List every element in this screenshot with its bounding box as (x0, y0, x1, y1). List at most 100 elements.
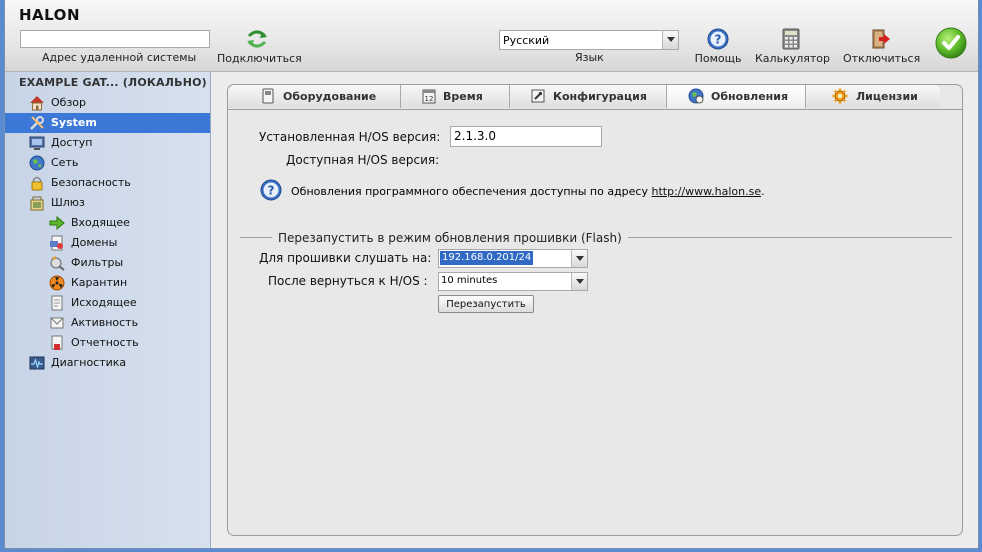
tab-label: Оборудование (283, 90, 377, 103)
hardware-icon (262, 88, 274, 104)
sidebar: EXAMPLE GAT... (ЛОКАЛЬНО) Обзор System Д… (5, 72, 211, 548)
sidebar-item-label: Диагностика (51, 356, 127, 369)
disconnect-button[interactable]: Отключиться (843, 28, 921, 65)
license-gear-icon (832, 88, 848, 104)
update-info-suffix: . (761, 185, 765, 198)
tab-label: Конфигурация (553, 90, 647, 103)
halon-logo: HALON (19, 6, 80, 24)
return-delay-value: 10 minutes (441, 275, 498, 286)
gateway-name-header: EXAMPLE GAT... (ЛОКАЛЬНО) (19, 76, 207, 89)
language-select[interactable]: Русский (499, 30, 679, 50)
sidebar-item-security[interactable]: Безопасность (5, 173, 210, 193)
svg-text:12: 12 (425, 95, 434, 103)
update-info-line: Обновления программного обеспечения дост… (291, 185, 765, 198)
svg-text:?: ? (715, 33, 722, 47)
calculator-label: Калькулятор (755, 52, 830, 65)
sidebar-item-gateway[interactable]: Шлюз (5, 193, 210, 213)
tab-label: Время (443, 90, 483, 103)
help-icon: ? (707, 28, 729, 50)
app-window: HALON Адрес удаленной системы Подключить… (4, 0, 979, 549)
sidebar-item-activity[interactable]: Активность (5, 313, 210, 333)
sidebar-item-reports[interactable]: Отчетность (5, 333, 210, 353)
sidebar-item-network[interactable]: Сеть (5, 153, 210, 173)
tab-licenses[interactable]: Лицензии (806, 85, 940, 108)
sidebar-item-label: Сеть (51, 156, 79, 169)
sidebar-item-label: Доступ (51, 136, 93, 149)
return-to-hos-label: После вернуться к H/OS : (268, 274, 428, 288)
sidebar-item-overview[interactable]: Обзор (5, 93, 210, 113)
activity-icon (50, 317, 64, 329)
toolbar: HALON Адрес удаленной системы Подключить… (5, 0, 978, 72)
lock-icon (31, 176, 43, 191)
checkmark-icon (935, 27, 967, 59)
sidebar-item-label: Активность (71, 316, 139, 329)
tab-label: Лицензии (856, 90, 918, 103)
incoming-arrow-icon (49, 215, 65, 231)
tab-updates[interactable]: Обновления (667, 85, 806, 108)
available-version-label: Доступная H/OS версия: (286, 153, 440, 167)
tab-hardware[interactable]: Оборудование (228, 85, 401, 108)
return-delay-select[interactable]: 10 minutes (438, 272, 588, 291)
tab-time[interactable]: 12 Время (401, 85, 510, 108)
svg-text:?: ? (268, 184, 275, 198)
sidebar-item-label: Безопасность (51, 176, 131, 189)
sidebar-item-label: Входящее (71, 216, 130, 229)
info-help-icon: ? (260, 179, 282, 201)
gateway-icon (30, 196, 44, 211)
sidebar-item-diagnostics[interactable]: Диагностика (5, 353, 210, 373)
sidebar-item-label: Фильтры (71, 256, 124, 269)
help-button[interactable]: ? Помощь (693, 28, 743, 65)
sidebar-item-label: System (51, 116, 97, 129)
listen-address-label: Для прошивки слушать на: (259, 251, 432, 265)
domains-icon (50, 235, 63, 251)
listen-address-value: 192.168.0.201/24 (440, 251, 534, 265)
tools-icon (30, 116, 44, 130)
calculator-button[interactable]: Калькулятор (755, 28, 830, 65)
chevron-down-icon (662, 31, 678, 49)
flash-group-legend: Перезапустить в режим обновления прошивк… (272, 231, 628, 245)
halon-website-link[interactable]: http://www.halon.se (651, 185, 761, 198)
chevron-down-icon (571, 273, 587, 290)
sidebar-item-label: Обзор (51, 96, 87, 109)
update-info-text: Обновления программного обеспечения дост… (291, 185, 648, 198)
installed-version-field[interactable]: 2.1.3.0 (450, 126, 602, 147)
configuration-icon (531, 89, 545, 103)
sidebar-item-incoming[interactable]: Входящее (5, 213, 210, 233)
connect-label: Подключиться (217, 52, 302, 65)
restart-button[interactable]: Перезапустить (438, 295, 534, 313)
filters-icon (50, 256, 65, 271)
content-panel: Оборудование 12 Время Конфигурация Обнов… (227, 84, 963, 536)
listen-address-select[interactable]: 192.168.0.201/24 (438, 249, 588, 268)
help-label: Помощь (694, 52, 742, 65)
language-value: Русский (503, 34, 550, 47)
language-label: Язык (575, 51, 604, 64)
diagnostics-icon (29, 356, 45, 370)
sidebar-item-label: Исходящее (71, 296, 137, 309)
sidebar-item-quarantine[interactable]: Карантин (5, 273, 210, 293)
update-globe-icon (688, 88, 704, 104)
sidebar-item-label: Карантин (71, 276, 128, 289)
remote-address-label: Адрес удаленной системы (42, 51, 197, 64)
quarantine-icon (49, 275, 65, 291)
sidebar-item-system[interactable]: System (5, 113, 210, 133)
sidebar-item-outgoing[interactable]: Исходящее (5, 293, 210, 313)
exit-door-icon (872, 29, 890, 49)
sidebar-item-label: Шлюз (51, 196, 85, 209)
monitor-icon (29, 136, 45, 150)
installed-version-label: Установленная H/OS версия: (259, 130, 441, 144)
sidebar-item-filters[interactable]: Фильтры (5, 253, 210, 273)
home-icon (30, 96, 44, 111)
refresh-arrow-icon (247, 30, 267, 48)
globe-icon (29, 155, 45, 171)
calendar-icon: 12 (422, 89, 436, 104)
sidebar-item-label: Домены (71, 236, 118, 249)
sidebar-item-label: Отчетность (71, 336, 139, 349)
remote-address-input[interactable] (20, 30, 210, 48)
sidebar-item-domains[interactable]: Домены (5, 233, 210, 253)
sidebar-item-access[interactable]: Доступ (5, 133, 210, 153)
tab-configuration[interactable]: Конфигурация (510, 85, 667, 108)
connect-button[interactable]: Подключиться (217, 28, 302, 65)
outgoing-icon (51, 295, 63, 311)
reports-icon (51, 335, 63, 350)
disconnect-label: Отключиться (843, 52, 921, 65)
